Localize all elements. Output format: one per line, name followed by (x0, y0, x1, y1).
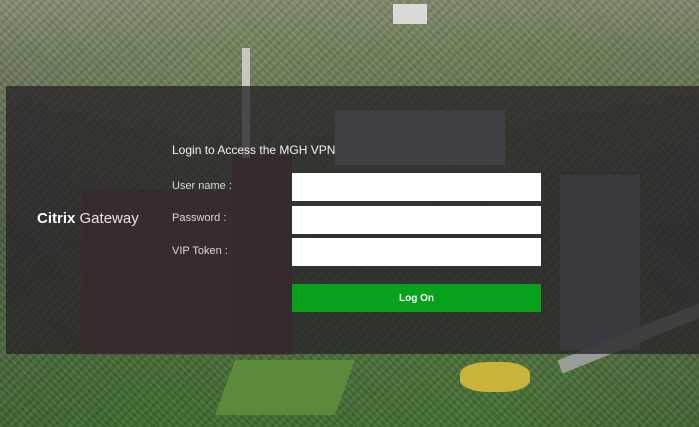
password-input[interactable] (292, 206, 541, 234)
form-title: Login to Access the MGH VPN (172, 143, 336, 157)
citrix-gateway-logo: Citrix Gateway (37, 210, 139, 227)
vip-token-input[interactable] (292, 238, 541, 266)
log-on-button[interactable]: Log On (292, 284, 541, 312)
background-garden (460, 362, 530, 392)
brand-name-light: Gateway (79, 210, 139, 227)
username-label: User name : (172, 180, 232, 192)
brand-name-bold: Citrix (37, 210, 76, 227)
background-tower (393, 4, 427, 24)
background-lawn (214, 360, 356, 415)
username-input[interactable] (292, 173, 541, 201)
password-label: Password : (172, 212, 227, 224)
vip-token-label: VIP Token : (172, 245, 228, 257)
